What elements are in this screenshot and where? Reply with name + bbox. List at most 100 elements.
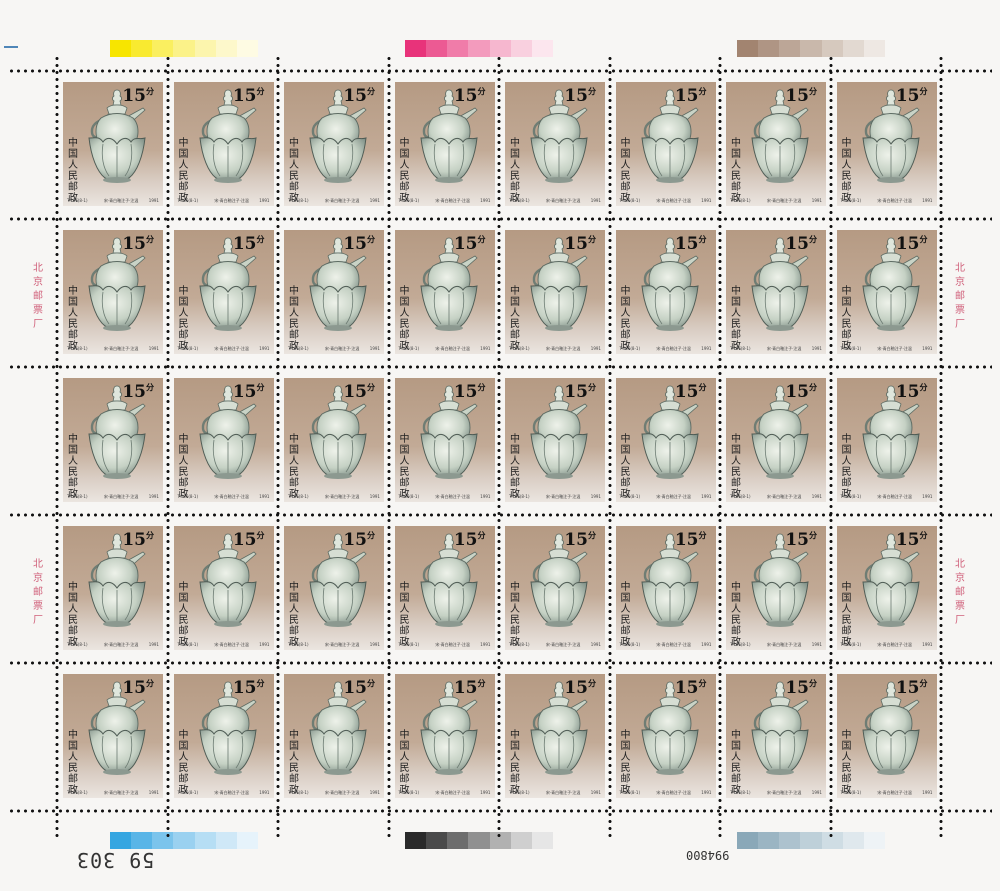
stamp-description: 宋·青白釉注子·注温 xyxy=(435,790,470,795)
color-strip-segment xyxy=(194,832,216,849)
stamp-caption: T.166(8-1) 宋·青白釉注子·注温 1991 xyxy=(509,642,601,648)
stamp-description: 宋·青白釉注子·注温 xyxy=(656,346,691,351)
stamp-description: 宋·青白釉注子·注温 xyxy=(103,346,139,351)
color-strip-segment xyxy=(131,40,153,57)
stamp-code: T.166(8-1) xyxy=(67,346,88,351)
stamp-denomination: 15分 xyxy=(674,678,707,698)
stamp-country-name: 中国人民邮政 xyxy=(510,730,520,796)
stamp-year: 1991 xyxy=(480,198,491,203)
stamp-denomination: 15分 xyxy=(453,530,486,550)
stamp-denomination: 15分 xyxy=(785,382,817,402)
stamp-caption: T.166(8-1) 宋·青白釉注子·注温 1991 xyxy=(67,790,159,796)
stamp-year: 1991 xyxy=(480,494,491,499)
stamp-description: 宋·青白釉注子·注温 xyxy=(766,494,802,499)
yellow-color-strip xyxy=(110,40,258,57)
stamp: 15分 中国人民邮政 T.166(8-1) 宋·青白釉注子·注温 1991 xyxy=(836,674,937,798)
stamp-caption: T.166(8-1) 宋·青白釉注子·注温 1991 xyxy=(178,346,270,352)
color-strip-segment xyxy=(236,40,258,57)
stamp-denomination: 15分 xyxy=(122,234,154,254)
color-strip-segment xyxy=(152,40,174,57)
color-strip-segment xyxy=(800,832,822,849)
stamp-country-name: 中国人民邮政 xyxy=(731,138,741,204)
stamp-description: 宋·青白釉注子·注温 xyxy=(877,494,912,499)
stamp-country-name: 中国人民邮政 xyxy=(68,730,78,796)
stamp-code: T.166(8-1) xyxy=(398,790,420,795)
color-strip-segment xyxy=(131,832,153,849)
stamp: 15分 中国人民邮政 T.166(8-1) 宋·青白釉注子·注温 1991 xyxy=(836,82,937,206)
color-strip-segment xyxy=(215,40,237,57)
stamp-year: 1991 xyxy=(148,198,159,203)
stamp-caption: T.166(8-1) 宋·青白釉注子·注温 1991 xyxy=(620,198,712,204)
stamp-description: 宋·青白釉注子·注温 xyxy=(545,346,581,351)
stamp-country-name: 中国人民邮政 xyxy=(399,434,410,500)
color-strip-segment xyxy=(468,832,490,849)
stamp-description: 宋·青白釉注子·注温 xyxy=(103,494,139,499)
stamp-country-name: 中国人民邮政 xyxy=(510,286,520,352)
stamp-code: T.166(8-1) xyxy=(177,642,199,647)
stamp-description: 宋·青白釉注子·注温 xyxy=(766,790,802,795)
stamp-description: 宋·青白釉注子·注温 xyxy=(877,642,912,647)
stamp-denomination: 15分 xyxy=(564,382,596,402)
perforation-column xyxy=(718,55,722,840)
stamp: 15分 中国人民邮政 T.166(8-1) 宋·青白釉注子·注温 1991 xyxy=(394,378,495,502)
stamp-code: T.166(8-1) xyxy=(177,198,199,203)
stamp: 15分 中国人民邮政 T.166(8-1) 宋·青白釉注子·注温 1991 xyxy=(615,82,716,206)
stamp-caption: T.166(8-1) 宋·青白釉注子·注温 1991 xyxy=(620,346,712,352)
stamp-denomination: 15分 xyxy=(564,86,596,106)
stamp-year: 1991 xyxy=(590,790,601,795)
stamp-country-name: 中国人民邮政 xyxy=(399,138,410,204)
stamp-description: 宋·青白釉注子·注温 xyxy=(103,642,139,647)
stamp-description: 宋·青白釉注子·注温 xyxy=(656,790,691,795)
perforation-column xyxy=(165,55,170,840)
stamp-description: 宋·青白釉注子·注温 xyxy=(545,198,581,203)
stamp-denomination: 15分 xyxy=(895,86,928,106)
stamp-denomination: 15分 xyxy=(453,382,486,402)
stamp-caption: T.166(8-1) 宋·青白釉注子·注温 1991 xyxy=(730,494,822,500)
stamp-caption: T.166(8-1) 宋·青白釉注子·注温 1991 xyxy=(399,346,491,352)
stamp-country-name: 中国人民邮政 xyxy=(289,730,299,796)
color-strip-segment xyxy=(779,40,801,57)
stamp-description: 宋·青白釉注子·注温 xyxy=(324,790,360,795)
cyan-color-strip xyxy=(110,832,258,849)
stamp-caption: T.166(8-1) 宋·青白釉注子·注温 1991 xyxy=(288,346,380,352)
stamp-year: 1991 xyxy=(259,494,270,499)
color-strip-segment xyxy=(173,40,195,57)
stamp-description: 宋·青白釉注子·注温 xyxy=(545,642,581,647)
stamp-year: 1991 xyxy=(811,346,822,351)
color-strip-segment xyxy=(842,832,864,849)
stamp-caption: T.166(8-1) 宋·青白釉注子·注温 1991 xyxy=(178,198,270,204)
perforation-column xyxy=(55,55,59,840)
stamp-denomination: 15分 xyxy=(674,382,707,402)
stamp-caption: T.166(8-1) 宋·青白釉注子·注温 1991 xyxy=(620,790,712,796)
color-strip-segment xyxy=(842,40,864,57)
stamp-country-name: 中国人民邮政 xyxy=(620,138,631,204)
stamp-country-name: 中国人民邮政 xyxy=(731,434,741,500)
stamp-code: T.166(8-1) xyxy=(509,494,530,499)
stamp-country-name: 中国人民邮政 xyxy=(731,582,741,648)
stamp-year: 1991 xyxy=(922,642,933,647)
stamp: 15分 中国人民邮政 T.166(8-1) 宋·青白釉注子·注温 1991 xyxy=(615,230,716,354)
printer-imprint-right-upper: 北京邮票厂 xyxy=(955,263,965,330)
perforation-column xyxy=(828,55,833,840)
stamp-denomination: 15分 xyxy=(564,234,596,254)
stamp-country-name: 中国人民邮政 xyxy=(620,434,631,500)
stamp: 15分 中国人民邮政 T.166(8-1) 宋·青白釉注子·注温 1991 xyxy=(63,82,163,206)
stamp-description: 宋·青白釉注子·注温 xyxy=(324,346,360,351)
color-strip-segment xyxy=(405,832,427,849)
stamp-caption: T.166(8-1) 宋·青白釉注子·注温 1991 xyxy=(841,790,933,796)
stamp-country-name: 中国人民邮政 xyxy=(289,434,299,500)
stamp-country-name: 中国人民邮政 xyxy=(68,582,78,648)
stamp-caption: T.166(8-1) 宋·青白釉注子·注温 1991 xyxy=(399,642,491,648)
stamp-year: 1991 xyxy=(811,494,822,499)
stamp-country-name: 中国人民邮政 xyxy=(731,286,741,352)
stamp-description: 宋·青白釉注子·注温 xyxy=(877,198,912,203)
stamp-caption: T.166(8-1) 宋·青白釉注子·注温 1991 xyxy=(509,494,601,500)
stamp-year: 1991 xyxy=(590,494,601,499)
stamp-caption: T.166(8-1) 宋·青白釉注子·注温 1991 xyxy=(399,790,491,796)
perforation-column xyxy=(386,55,391,840)
stamp: 15分 中国人民邮政 T.166(8-1) 宋·青白釉注子·注温 1991 xyxy=(394,674,495,798)
stamp-description: 宋·青白釉注子·注温 xyxy=(435,346,470,351)
stamp-country-name: 中国人民邮政 xyxy=(178,730,189,796)
stamp: 15分 中国人民邮政 T.166(8-1) 宋·青白釉注子·注温 1991 xyxy=(63,378,163,502)
stamp-year: 1991 xyxy=(701,198,712,203)
